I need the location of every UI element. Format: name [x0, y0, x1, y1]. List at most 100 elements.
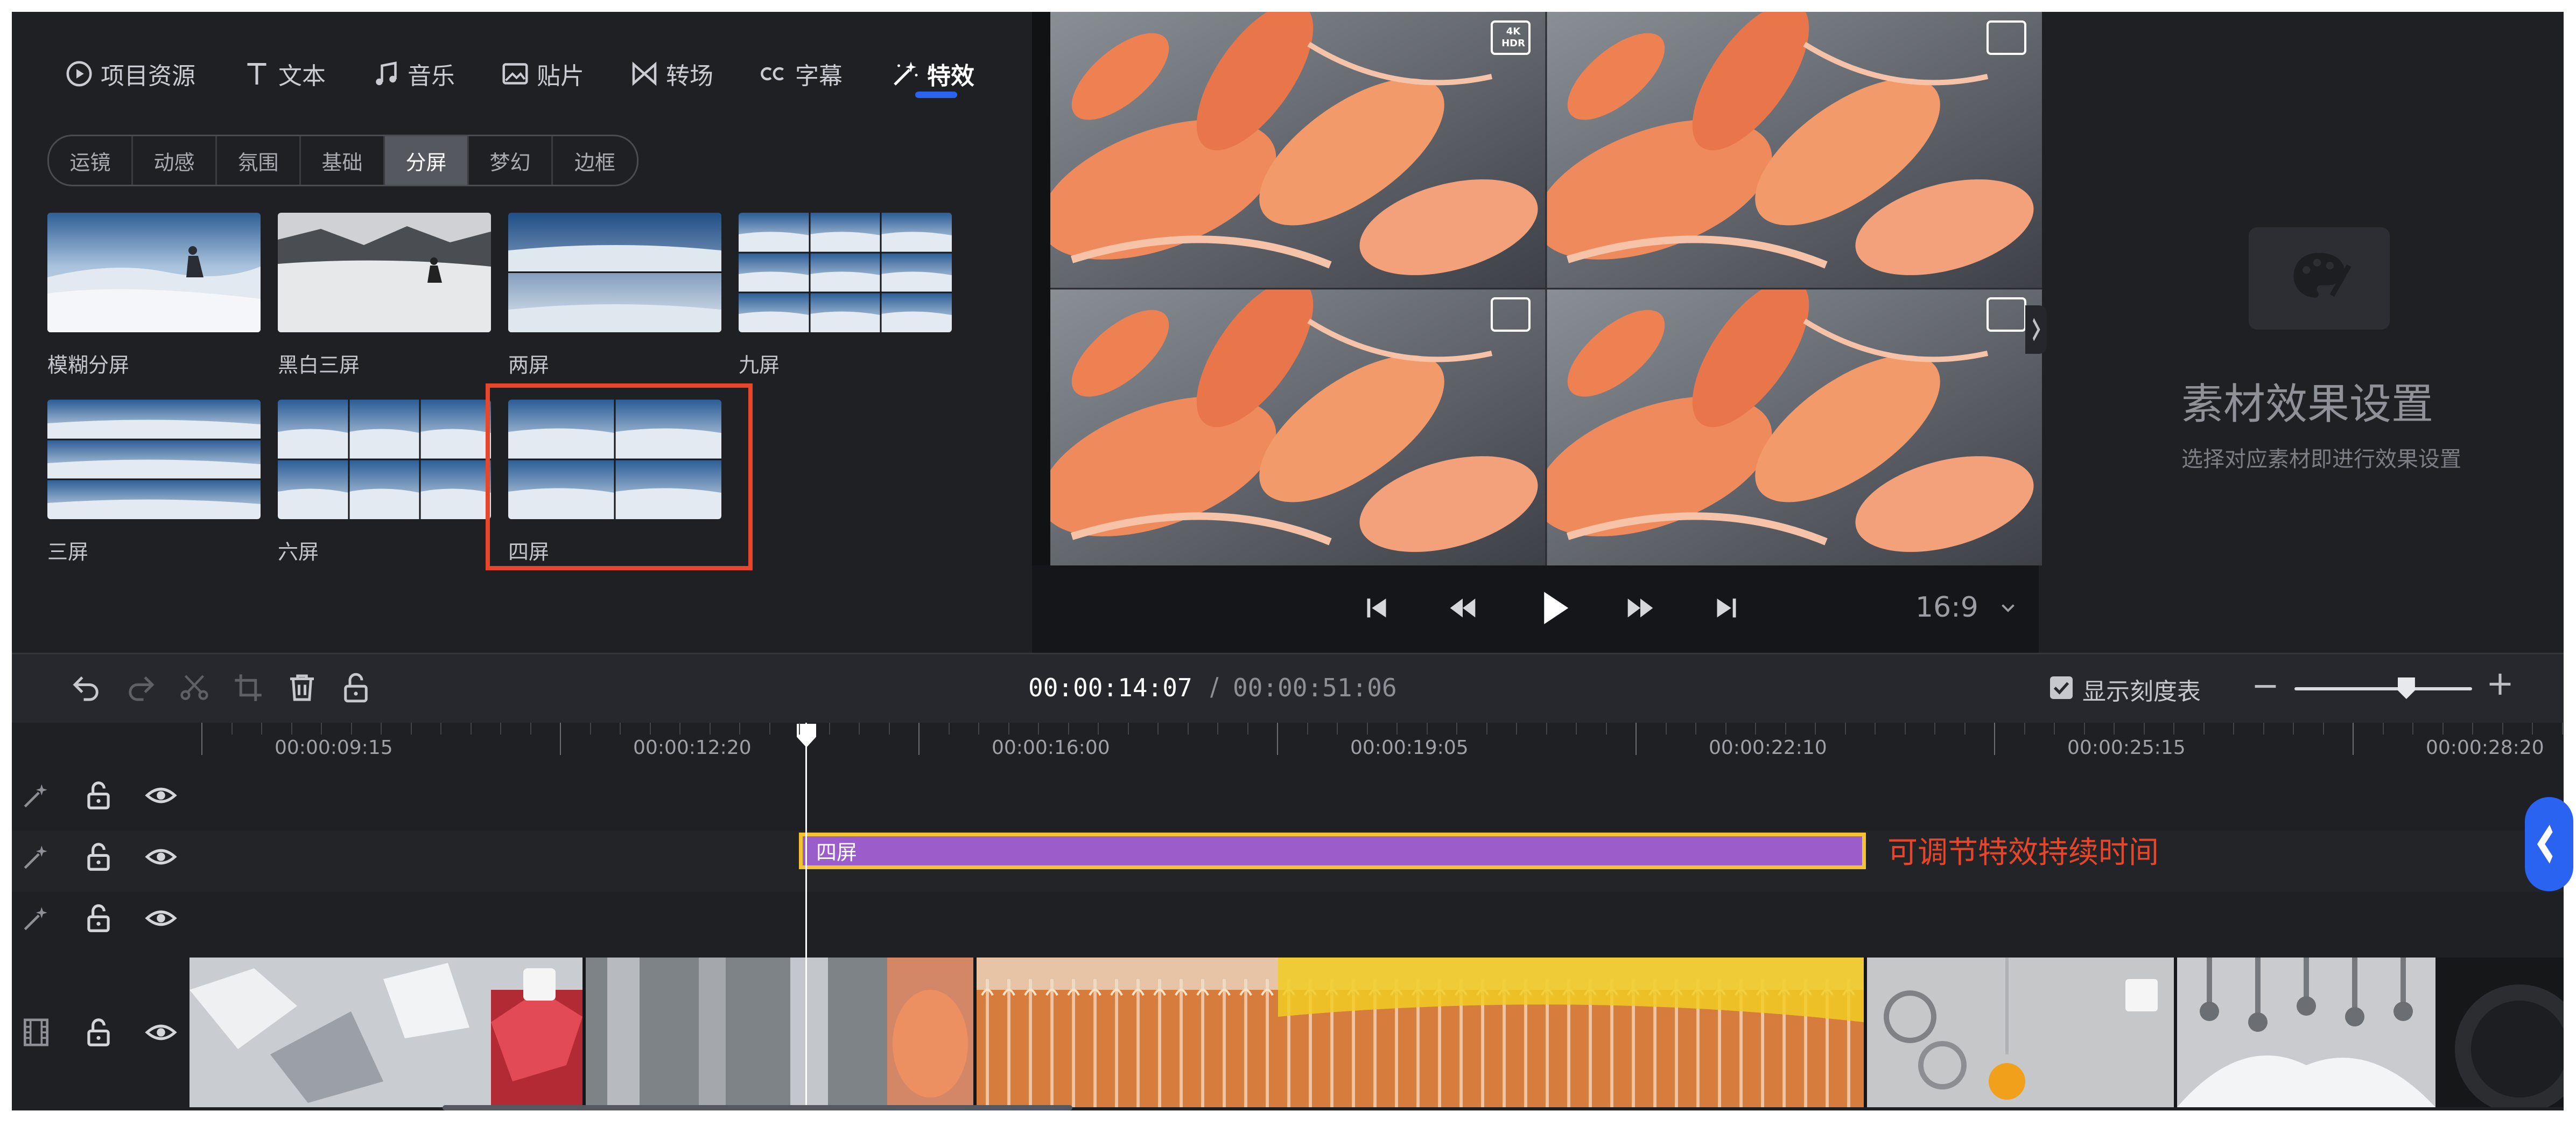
ruler-tick: [2233, 723, 2234, 735]
ruler-tick: [1576, 723, 1577, 735]
ruler-tick: [440, 723, 441, 735]
subtab-basic[interactable]: 基础: [301, 136, 385, 185]
ruler-tick: [2412, 723, 2413, 735]
ruler-tick: [560, 723, 561, 755]
trash-icon: [290, 674, 314, 701]
chevron-down-icon[interactable]: [1998, 598, 2018, 617]
play-button[interactable]: [1530, 584, 1578, 632]
video-clip-water[interactable]: [586, 958, 973, 1107]
tab-text[interactable]: 文本: [241, 41, 326, 106]
effect-thumb-nine-screen[interactable]: [739, 213, 952, 332]
chevron-left-icon: [2537, 824, 2553, 864]
time-separator: /: [1210, 672, 1219, 701]
skip-start-button[interactable]: [1358, 589, 1395, 627]
ruler-tick: [1456, 723, 1457, 735]
cut-button[interactable]: [177, 670, 212, 705]
expand-panel-button[interactable]: [2025, 305, 2047, 354]
show-scale-label[interactable]: 显示刻度表: [2082, 672, 2201, 707]
aspect-ratio-select[interactable]: 16:9: [1915, 591, 1978, 624]
video-clip-dark[interactable]: [2439, 958, 2564, 1107]
effect-clip-label: 四屏: [816, 841, 858, 864]
effect-thumb-bw-three[interactable]: [278, 213, 491, 332]
undo-button[interactable]: [69, 670, 104, 705]
effect-thumb-six-screen[interactable]: [278, 400, 491, 519]
tab-transitions[interactable]: 转场: [628, 41, 713, 106]
ruler-tick: [948, 723, 950, 735]
fast-forward-button[interactable]: [1622, 589, 1659, 627]
ruler-tick: [2442, 723, 2444, 735]
subtab-camera-move[interactable]: 运镜: [49, 136, 133, 185]
video-editor-window: 项目资源 文本 音乐 贴片 转场 字幕 特效 运镜 动感 氛围 基础 分屏 梦幻…: [12, 12, 2564, 1110]
ruler-tick: [1068, 723, 1069, 735]
collapse-sidebar-button[interactable]: [2525, 797, 2573, 891]
rewind-button[interactable]: [1444, 589, 1482, 627]
track-lock-button[interactable]: [82, 779, 115, 812]
eye-icon: [145, 910, 177, 926]
effect-duration-annotation: 可调节特效持续时间: [1887, 835, 2159, 870]
ruler-tick: [829, 723, 830, 735]
tab-subtitles[interactable]: 字幕: [757, 41, 843, 106]
ruler-tick: [1157, 723, 1159, 735]
ruler-tick: [1725, 723, 1726, 735]
ruler-tick: [291, 723, 292, 735]
track-visibility-button[interactable]: [144, 840, 178, 874]
ice-clip-icon: [189, 958, 582, 1107]
ruler-tick: [1934, 723, 1935, 735]
ruler-tick: [769, 723, 770, 735]
skip-end-button[interactable]: [1708, 589, 1745, 627]
video-clip-kitchen[interactable]: [1867, 958, 2174, 1107]
eye-icon: [145, 1024, 177, 1040]
magic-wand-icon: [889, 58, 922, 90]
ruler-tick: [679, 723, 680, 735]
track-lock-button[interactable]: [82, 1016, 115, 1049]
subtab-split-screen[interactable]: 分屏: [385, 136, 469, 185]
transition-icon: [628, 58, 661, 90]
lock-button[interactable]: [338, 670, 374, 705]
video-clip-ice[interactable]: [189, 958, 582, 1107]
ruler-tick: [709, 723, 711, 735]
ruler-tick: [2054, 723, 2055, 735]
ruler-tick: [500, 723, 501, 735]
track-visibility-button[interactable]: [144, 902, 178, 935]
subtab-border[interactable]: 边框: [553, 136, 637, 185]
show-scale-checkbox[interactable]: [2050, 676, 2073, 699]
ruler-tick: [2532, 723, 2533, 735]
tab-music[interactable]: 音乐: [370, 41, 455, 106]
video-clip-shrimp-rows[interactable]: [977, 958, 1864, 1107]
play-icon: [1544, 592, 1569, 624]
zoom-slider[interactable]: [2294, 687, 2472, 690]
ruler-label: 00:00:22:10: [1709, 737, 1827, 759]
zoom-in-button[interactable]: +: [2486, 663, 2514, 703]
track-visibility-button[interactable]: [144, 1016, 178, 1049]
track-visibility-button[interactable]: [144, 779, 178, 812]
ruler-tick: [1307, 723, 1308, 735]
effect-clip[interactable]: [799, 833, 1866, 869]
effect-thumb-blur-split[interactable]: [47, 213, 261, 332]
effect-thumb-two-screen[interactable]: [508, 213, 721, 332]
palette-icon: [2249, 227, 2390, 330]
magic-wand-icon: [19, 902, 53, 935]
effect-settings-panel: [2052, 12, 2564, 653]
timeline-scrollbar[interactable]: [443, 1105, 1072, 1110]
subtab-atmosphere[interactable]: 氛围: [217, 136, 301, 185]
tab-stickers[interactable]: 贴片: [499, 41, 584, 106]
ruler-tick: [2263, 723, 2264, 735]
redo-icon: [129, 676, 155, 701]
subtab-dynamic[interactable]: 动感: [133, 136, 217, 185]
effect-thumb-three-screen[interactable]: [47, 400, 261, 519]
ruler-tick: [620, 723, 621, 735]
zoom-out-button[interactable]: −: [2251, 666, 2279, 705]
track-lock-button[interactable]: [82, 902, 115, 935]
crop-button[interactable]: [230, 670, 266, 705]
video-clip-whisk[interactable]: [2177, 958, 2435, 1107]
redo-button[interactable]: [123, 670, 158, 705]
delete-button[interactable]: [284, 670, 320, 705]
tab-label: 特效: [927, 62, 974, 90]
track-lock-button[interactable]: [82, 840, 115, 874]
effect-label: 两屏: [508, 353, 550, 377]
effect-label: 六屏: [278, 540, 319, 564]
ruler-tick: [649, 723, 651, 735]
tab-project-resources[interactable]: 项目资源: [63, 41, 195, 106]
subtab-dreamy[interactable]: 梦幻: [469, 136, 553, 185]
playhead[interactable]: [805, 723, 807, 1107]
